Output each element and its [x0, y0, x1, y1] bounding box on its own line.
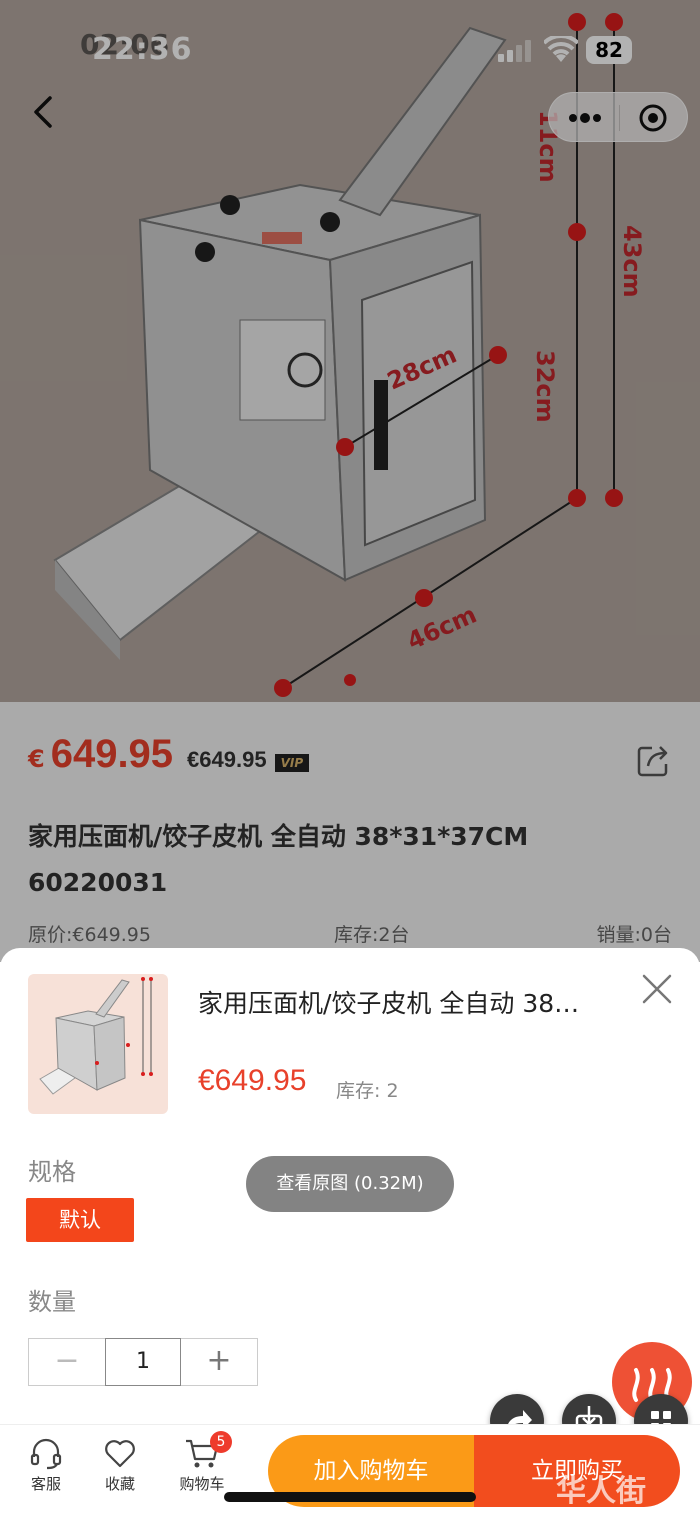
headset-icon — [30, 1438, 62, 1470]
cart-label: 购物车 — [179, 1475, 225, 1493]
cart-count-badge: 5 — [210, 1431, 232, 1453]
quantity-increase-button[interactable]: + — [181, 1339, 257, 1385]
sku-title: 家用压面机/饺子皮机 全自动 38*31*37CM 60220031 — [198, 989, 588, 1018]
cart-tab[interactable]: 购物车 5 — [170, 1431, 234, 1494]
modal-overlay[interactable] — [0, 0, 700, 962]
sku-thumbnail[interactable] — [28, 974, 168, 1114]
spec-label: 规格 — [28, 1158, 76, 1186]
favorite-tab[interactable]: 收藏 — [88, 1435, 152, 1494]
heart-icon — [105, 1440, 135, 1468]
favorite-label: 收藏 — [104, 1475, 135, 1493]
watermark-logo: 华人街 — [556, 1474, 646, 1509]
customer-service-label: 客服 — [30, 1475, 61, 1493]
thumbnail-photo — [39, 977, 153, 1095]
view-original-image-button[interactable]: 查看原图 (0.32M) — [246, 1156, 454, 1212]
customer-service-tab[interactable]: 客服 — [14, 1435, 78, 1494]
sku-price: €649.95 — [198, 1064, 307, 1097]
quantity-label: 数量 — [28, 1288, 76, 1316]
spec-option-default[interactable]: 默认 — [26, 1198, 134, 1242]
quantity-decrease-button[interactable]: − — [29, 1339, 105, 1385]
quantity-input[interactable]: 1 — [105, 1338, 181, 1386]
quantity-stepper: − 1 + — [28, 1338, 258, 1386]
home-indicator[interactable] — [224, 1492, 476, 1502]
close-icon[interactable] — [640, 972, 674, 1006]
sku-stock: 库存: 2 — [336, 1080, 399, 1102]
